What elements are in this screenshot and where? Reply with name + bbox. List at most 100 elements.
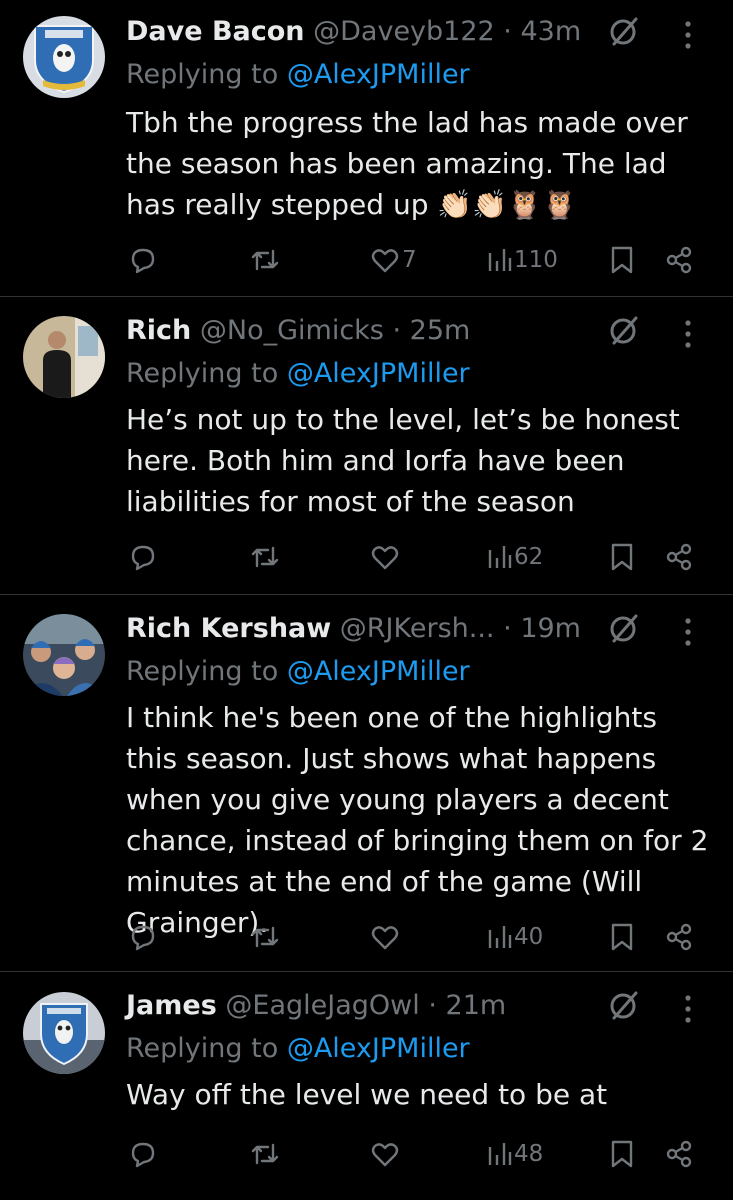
reply-button[interactable]: [128, 1134, 158, 1174]
share-icon: [666, 1140, 692, 1168]
repost-icon: [251, 249, 279, 271]
replying-prefix: Replying to: [126, 656, 279, 687]
views-button[interactable]: 110: [486, 240, 558, 280]
mention-link[interactable]: @AlexJPMiller: [287, 656, 470, 687]
tweet-text: He’s not up to the level, let’s be hones…: [126, 403, 680, 518]
replying-prefix: Replying to: [126, 59, 279, 90]
views-icon: [488, 1143, 512, 1165]
views-icon: [488, 249, 512, 271]
separator-dot: ·: [503, 613, 512, 644]
share-button[interactable]: [664, 917, 694, 957]
like-count: 7: [402, 247, 417, 273]
reply-button[interactable]: [128, 917, 158, 957]
like-button[interactable]: [370, 537, 402, 577]
reply-icon: [131, 545, 155, 571]
bookmark-icon: [611, 923, 633, 951]
like-button[interactable]: [370, 917, 402, 957]
grok-icon[interactable]: [606, 313, 642, 349]
view-count: 62: [514, 544, 544, 570]
action-bar: 40: [0, 917, 733, 957]
more-icon[interactable]: [678, 317, 698, 353]
grok-icon[interactable]: [606, 988, 642, 1024]
separator-dot: ·: [392, 315, 402, 346]
heart-icon: [371, 1143, 399, 1167]
repost-button[interactable]: [249, 537, 281, 577]
bookmark-button[interactable]: [608, 1134, 636, 1174]
repost-button[interactable]: [249, 1134, 281, 1174]
repost-icon: [251, 1143, 279, 1165]
reply-button[interactable]: [128, 537, 158, 577]
user-handle[interactable]: @RJKersh...: [340, 613, 495, 644]
replying-to: Replying to @AlexJPMiller: [126, 653, 470, 691]
bookmark-button[interactable]: [608, 537, 636, 577]
timestamp[interactable]: 25m: [410, 315, 471, 346]
like-button[interactable]: 7: [370, 240, 417, 280]
separator-dot: ·: [503, 16, 512, 47]
timestamp[interactable]: 19m: [520, 613, 581, 644]
timestamp[interactable]: 43m: [520, 16, 581, 47]
bookmark-icon: [611, 246, 633, 274]
share-icon: [666, 923, 692, 951]
tweet[interactable]: James @EagleJagOwl · 21m Replying to @Al…: [0, 972, 733, 1200]
views-icon: [488, 546, 512, 568]
action-bar: 62: [0, 537, 733, 577]
heart-icon: [371, 546, 399, 570]
user-handle[interactable]: @No_Gimicks: [200, 315, 384, 346]
user-handle[interactable]: @Daveyb122: [313, 16, 495, 47]
views-button[interactable]: 40: [486, 917, 543, 957]
share-button[interactable]: [664, 537, 694, 577]
avatar[interactable]: [23, 992, 105, 1074]
views-icon: [488, 926, 512, 948]
share-icon: [666, 246, 692, 274]
avatar[interactable]: [23, 16, 105, 98]
reply-icon: [131, 925, 155, 951]
crest-sign-avatar-image: [23, 992, 105, 1074]
bookmark-icon: [611, 1140, 633, 1168]
repost-button[interactable]: [249, 240, 281, 280]
views-button[interactable]: 62: [486, 537, 543, 577]
display-name[interactable]: Rich: [126, 315, 191, 346]
share-button[interactable]: [664, 1134, 694, 1174]
repost-icon: [251, 926, 279, 948]
timestamp[interactable]: 21m: [446, 990, 507, 1021]
more-icon[interactable]: [678, 615, 698, 651]
bookmark-button[interactable]: [608, 240, 636, 280]
mention-link[interactable]: @AlexJPMiller: [287, 358, 470, 389]
reply-icon: [131, 1142, 155, 1168]
tweet-text: Way off the level we need to be at: [126, 1078, 608, 1111]
family-photo-avatar-image: [23, 614, 105, 696]
mention-link[interactable]: @AlexJPMiller: [287, 59, 470, 90]
heart-icon: [371, 926, 399, 950]
display-name[interactable]: James: [126, 990, 217, 1021]
bookmark-button[interactable]: [608, 917, 636, 957]
more-icon[interactable]: [678, 18, 698, 54]
tweet-text: Tbh the progress the lad has made over t…: [126, 106, 688, 221]
view-count: 40: [514, 924, 544, 950]
display-name[interactable]: Rich Kershaw: [126, 613, 331, 644]
display-name[interactable]: Dave Bacon: [126, 16, 305, 47]
person-photo-avatar-image: [23, 316, 105, 398]
reply-button[interactable]: [128, 240, 158, 280]
repost-button[interactable]: [249, 917, 281, 957]
bookmark-icon: [611, 543, 633, 571]
action-bar: 48: [0, 1134, 733, 1174]
repost-icon: [251, 546, 279, 568]
reply-icon: [131, 248, 155, 274]
replying-prefix: Replying to: [126, 1033, 279, 1064]
share-button[interactable]: [664, 240, 694, 280]
tweet[interactable]: Dave Bacon @Daveyb122 · 43m Replying to …: [0, 0, 733, 296]
tweet[interactable]: Rich Kershaw @RJKersh... · 19m Replying …: [0, 595, 733, 971]
avatar[interactable]: [23, 316, 105, 398]
grok-icon[interactable]: [606, 14, 642, 50]
avatar[interactable]: [23, 614, 105, 696]
share-icon: [666, 543, 692, 571]
user-handle[interactable]: @EagleJagOwl: [225, 990, 419, 1021]
grok-icon[interactable]: [606, 611, 642, 647]
club-crest-avatar-image: [23, 16, 105, 98]
more-icon[interactable]: [678, 992, 698, 1028]
mention-link[interactable]: @AlexJPMiller: [287, 1033, 470, 1064]
views-button[interactable]: 48: [486, 1134, 543, 1174]
tweet[interactable]: Rich @No_Gimicks · 25m Replying to @Alex…: [0, 297, 733, 594]
action-bar: 7 110: [0, 240, 733, 280]
like-button[interactable]: [370, 1134, 402, 1174]
